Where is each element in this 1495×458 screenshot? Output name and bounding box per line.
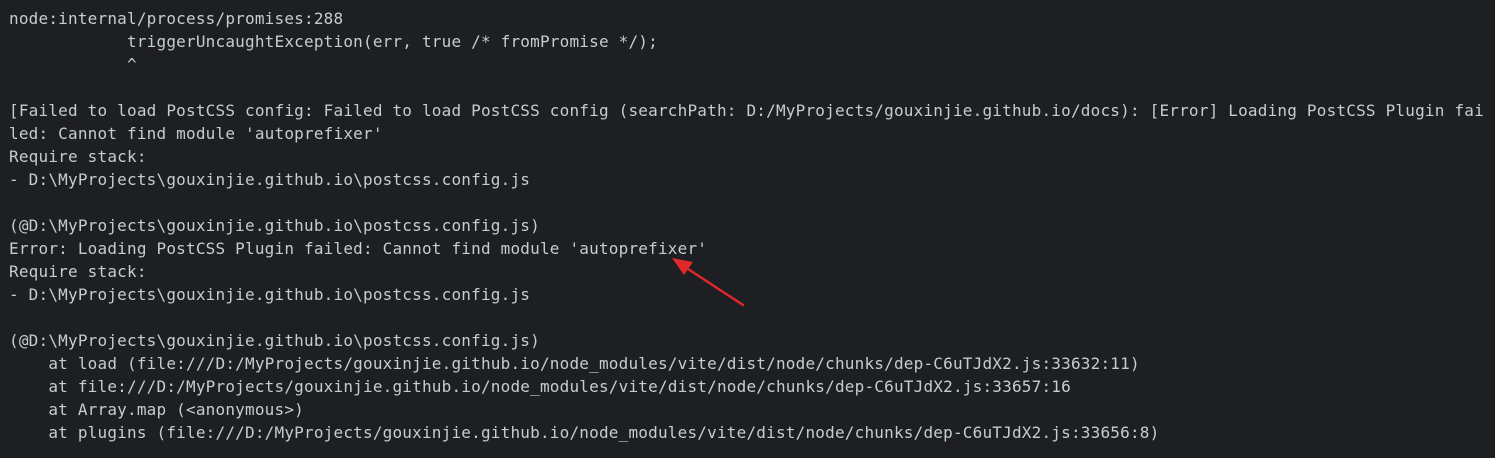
terminal-line: Require stack: <box>9 147 147 166</box>
terminal-line: Require stack: <box>9 262 147 281</box>
terminal-line: ^ <box>9 55 137 74</box>
terminal-line: node:internal/process/promises:288 <box>9 9 344 28</box>
terminal-output[interactable]: node:internal/process/promises:288 trigg… <box>0 0 1495 458</box>
stack-trace-line: at file:///D:/MyProjects/gouxinjie.githu… <box>9 377 1071 396</box>
stack-trace-line: at Array.map (<anonymous>) <box>9 400 304 419</box>
terminal-line: [Failed to load PostCSS config: Failed t… <box>9 101 1484 120</box>
error-message-line: Error: Loading PostCSS Plugin failed: Ca… <box>9 239 708 258</box>
terminal-line: (@D:\MyProjects\gouxinjie.github.io\post… <box>9 331 540 350</box>
terminal-line: triggerUncaughtException(err, true /* fr… <box>9 32 658 51</box>
terminal-line: - D:\MyProjects\gouxinjie.github.io\post… <box>9 170 531 189</box>
terminal-line: - D:\MyProjects\gouxinjie.github.io\post… <box>9 285 531 304</box>
terminal-line: (@D:\MyProjects\gouxinjie.github.io\post… <box>9 216 540 235</box>
stack-trace-line: at plugins (file:///D:/MyProjects/gouxin… <box>9 423 1160 442</box>
terminal-line: led: Cannot find module 'autoprefixer' <box>9 124 383 143</box>
stack-trace-line: at load (file:///D:/MyProjects/gouxinjie… <box>9 354 1140 373</box>
